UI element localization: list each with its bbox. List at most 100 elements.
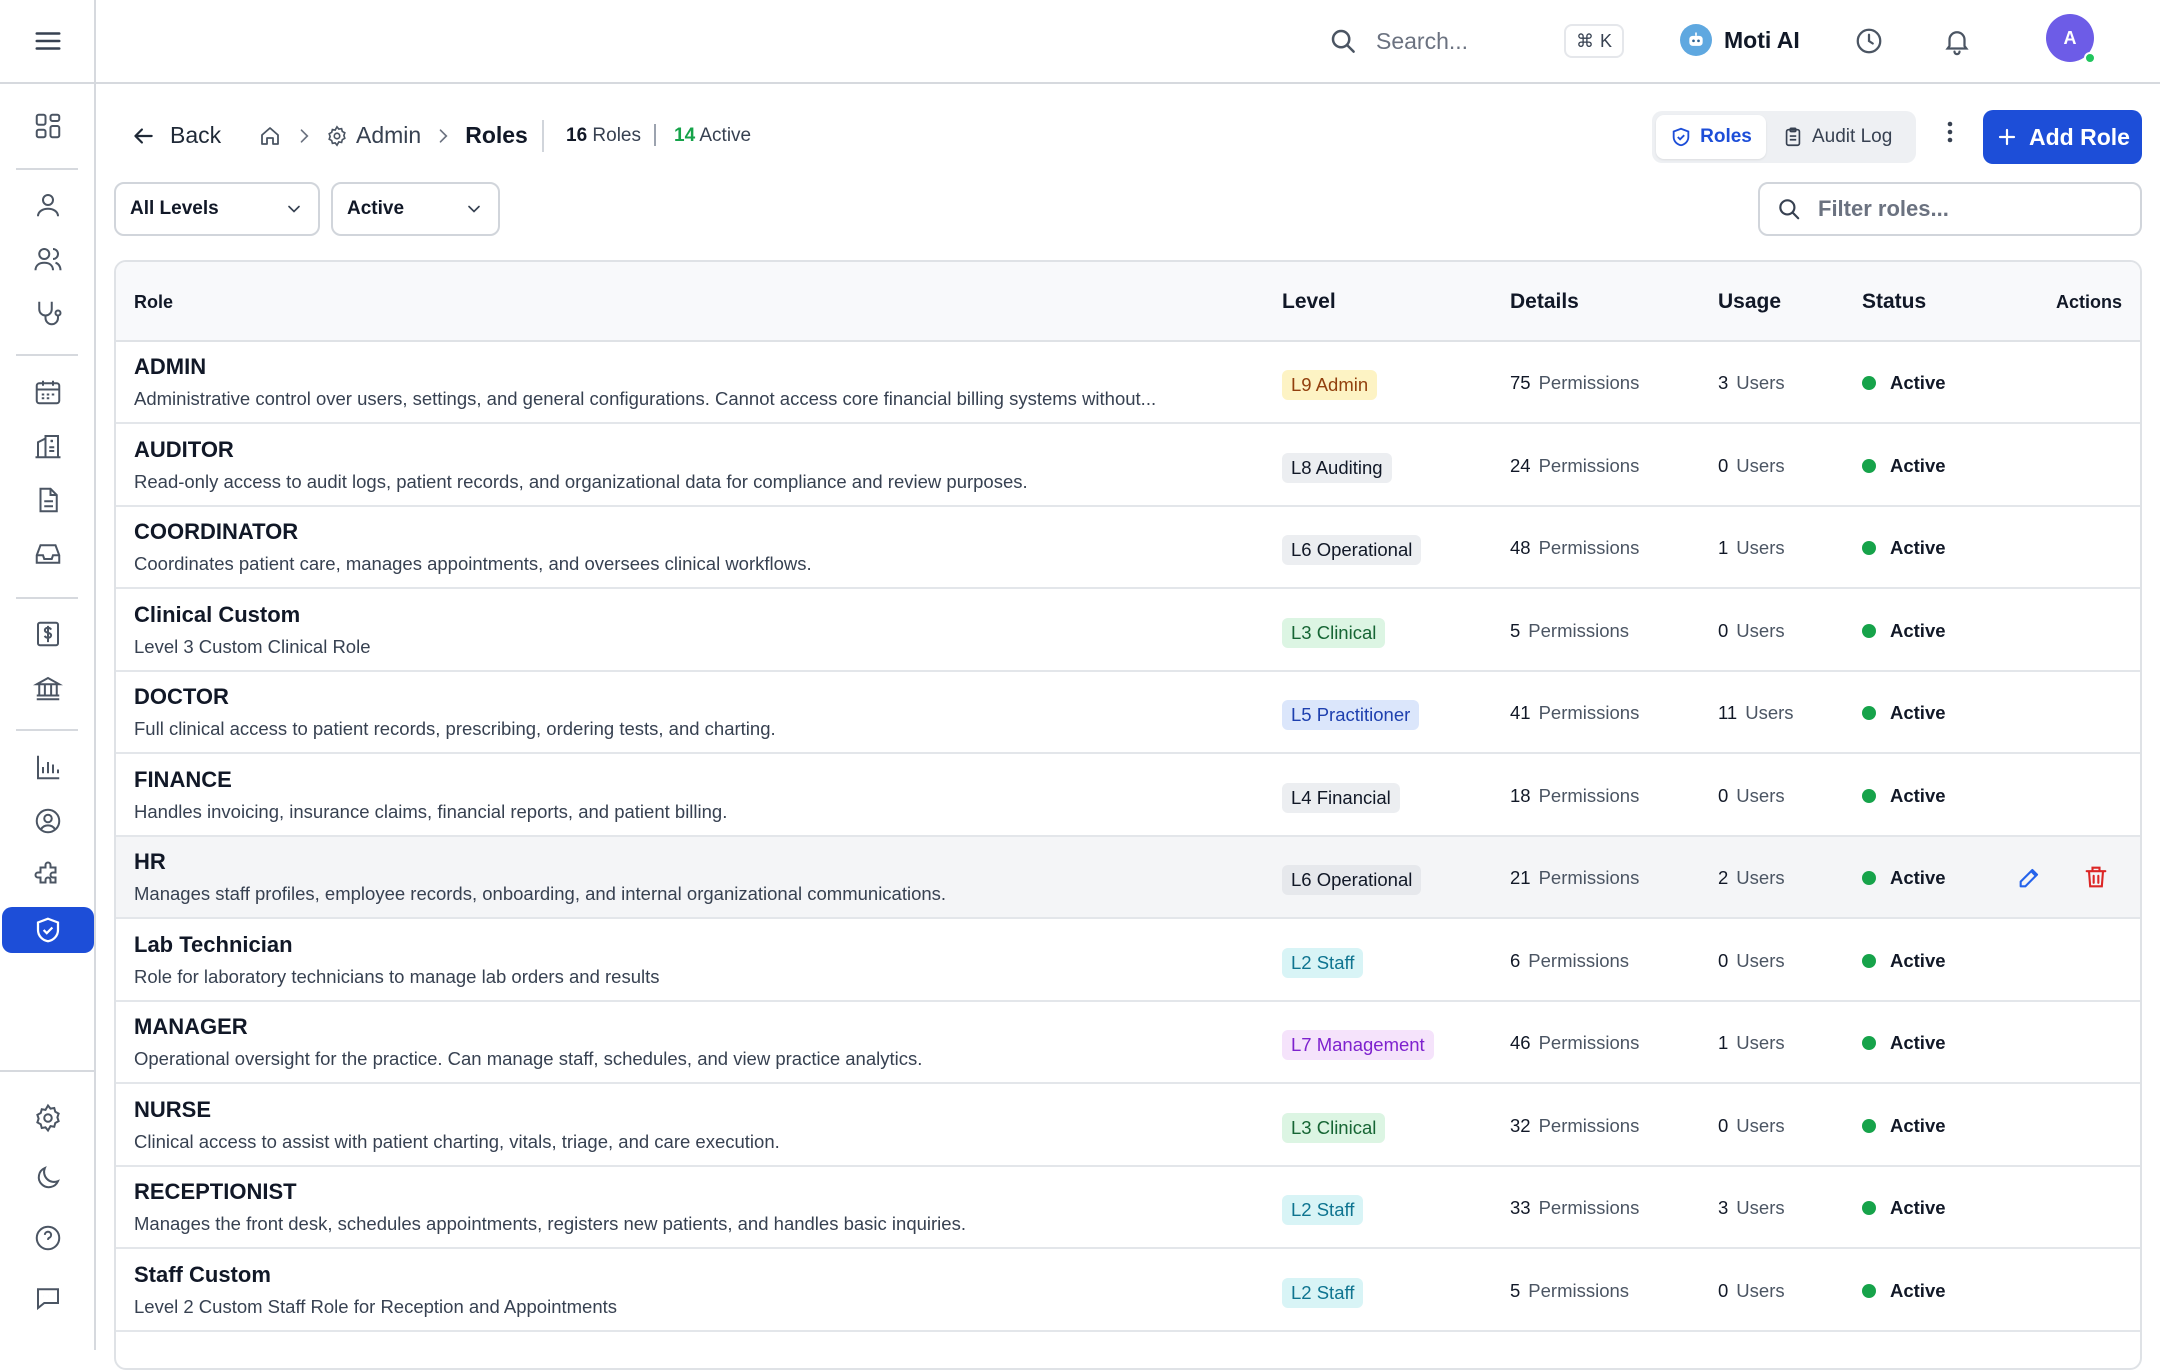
status-badge: Active — [1862, 455, 1946, 477]
add-role-button[interactable]: Add Role — [1983, 110, 2142, 164]
role-name[interactable]: Lab Technician — [134, 932, 293, 958]
sidebar-item-help[interactable] — [0, 1216, 96, 1260]
online-status-dot — [2084, 52, 2096, 64]
more-options-icon[interactable] — [1938, 118, 1962, 148]
sidebar-item-reports[interactable] — [0, 745, 96, 789]
sidebar-item-billing[interactable] — [0, 612, 96, 656]
delete-icon[interactable] — [2082, 863, 2110, 891]
table-row[interactable]: COORDINATOR Coordinates patient care, man… — [116, 507, 2140, 589]
role-name[interactable]: NURSE — [134, 1097, 211, 1123]
role-name[interactable]: DOCTOR — [134, 684, 229, 710]
level-filter-select[interactable]: All Levels — [114, 182, 320, 236]
bell-icon[interactable] — [1942, 26, 1972, 56]
table-row[interactable]: Lab Technician Role for laboratory techni… — [116, 919, 2140, 1002]
breadcrumb-home[interactable] — [258, 124, 282, 148]
status-filter-value: Active — [347, 198, 405, 219]
role-description: Clinical access to assist with patient c… — [134, 1130, 780, 1152]
role-name[interactable]: HR — [134, 849, 166, 875]
sidebar-item-theme[interactable] — [0, 1156, 96, 1200]
role-name[interactable]: AUDITOR — [134, 437, 234, 463]
table-row[interactable]: NURSE Clinical access to assist with pati… — [116, 1084, 2140, 1167]
role-name[interactable]: ADMIN — [134, 354, 206, 380]
table-row[interactable]: DOCTOR Full clinical access to patient re… — [116, 672, 2140, 754]
permissions-value: 18 — [1510, 784, 1531, 806]
grid-icon — [35, 113, 61, 139]
table-row[interactable]: Clinical Custom Level 3 Custom Clinical R… — [116, 589, 2140, 672]
table-row[interactable]: HR Manages staff profiles, employee recor… — [116, 837, 2140, 919]
column-header-level: Level — [1282, 290, 1336, 313]
status-badge: Active — [1862, 537, 1946, 559]
status-dot — [1862, 1036, 1876, 1050]
permissions-count: 24 Permissions — [1510, 455, 1639, 477]
permissions-unit: Permissions — [1538, 867, 1640, 888]
permissions-unit: Permissions — [1538, 454, 1640, 476]
sidebar-item-calendar[interactable] — [0, 370, 96, 414]
sidebar-item-roles[interactable] — [2, 907, 94, 953]
top-bar: Search... ⌘ K Moti AI A — [96, 0, 2160, 84]
level-filter-value: All Levels — [130, 198, 219, 219]
status-label: Active — [1890, 1279, 1946, 1301]
clock-icon[interactable] — [1854, 26, 1884, 56]
menu-button[interactable] — [0, 0, 96, 84]
user-circle-icon — [35, 808, 61, 834]
status-label: Active — [1890, 1032, 1946, 1053]
status-label: Active — [1890, 619, 1946, 641]
users-value: 0 — [1718, 949, 1729, 971]
users-unit: Users — [1736, 1197, 1785, 1218]
status-filter-select[interactable]: Active — [331, 182, 500, 236]
status-dot — [1862, 871, 1876, 885]
permissions-count: 46 Permissions — [1510, 1032, 1639, 1054]
role-name[interactable]: RECEPTIONIST — [134, 1179, 297, 1205]
users-count: 0 Users — [1718, 1280, 1785, 1302]
sidebar-item-patients[interactable] — [0, 237, 96, 281]
sidebar-item-bank[interactable] — [0, 666, 96, 710]
table-row[interactable]: RECEPTIONIST Manages the front desk, sche… — [116, 1167, 2140, 1249]
sidebar-item-integrations[interactable] — [0, 853, 96, 897]
status-dot — [1862, 1283, 1876, 1298]
sidebar-item-clinical[interactable] — [0, 291, 96, 335]
permissions-count: 5 Permissions — [1510, 620, 1629, 642]
sidebar-item-dashboard[interactable] — [0, 104, 96, 148]
permissions-unit: Permissions — [1538, 537, 1640, 558]
permissions-value: 46 — [1510, 1032, 1531, 1053]
role-description: Manages the front desk, schedules appoin… — [134, 1213, 966, 1234]
edit-icon[interactable] — [2016, 863, 2044, 891]
user-icon — [37, 194, 59, 217]
filter-roles-input[interactable]: Filter roles... — [1758, 182, 2142, 236]
sidebar-item-inbox[interactable] — [0, 532, 96, 576]
table-row[interactable]: ADMIN Administrative control over users, … — [116, 342, 2140, 424]
sidebar-item-profile[interactable] — [0, 799, 96, 843]
role-name[interactable]: Clinical Custom — [134, 602, 300, 628]
permissions-value: 6 — [1510, 949, 1521, 971]
role-name[interactable]: Staff Custom — [134, 1262, 271, 1288]
users-unit: Users — [1736, 1279, 1785, 1301]
role-name[interactable]: COORDINATOR — [134, 519, 298, 545]
gear-icon — [36, 1103, 60, 1133]
users-value: 1 — [1718, 1032, 1729, 1053]
global-search-input[interactable]: Search... — [1376, 28, 1468, 55]
tab-roles[interactable]: Roles — [1656, 115, 1766, 159]
table-row[interactable]: FINANCE Handles invoicing, insurance clai… — [116, 754, 2140, 837]
sidebar-item-settings[interactable] — [0, 1096, 96, 1140]
sidebar-item-feedback[interactable] — [0, 1276, 96, 1320]
role-name[interactable]: FINANCE — [134, 767, 232, 793]
permissions-value: 5 — [1510, 1279, 1521, 1301]
table-row[interactable]: AUDITOR Read-only access to audit logs, p… — [116, 424, 2140, 507]
table-row[interactable]: MANAGER Operational oversight for the pra… — [116, 1002, 2140, 1084]
sidebar-item-documents[interactable] — [0, 478, 96, 522]
level-badge: L2 Staff — [1282, 947, 1364, 978]
roles-count: 16 Roles — [566, 125, 641, 147]
users-value: 0 — [1718, 784, 1729, 806]
sidebar-item-facility[interactable] — [0, 424, 96, 468]
users-count: 0 Users — [1718, 455, 1785, 477]
users-value: 3 — [1718, 1197, 1729, 1218]
ai-assistant-button[interactable]: Moti AI — [1680, 24, 1800, 56]
sidebar-item-patient[interactable] — [0, 183, 96, 227]
breadcrumb-admin[interactable]: Admin — [326, 122, 421, 149]
search-icon[interactable] — [1328, 26, 1358, 56]
back-button[interactable]: Back — [130, 122, 221, 149]
role-name[interactable]: MANAGER — [134, 1014, 248, 1040]
table-row[interactable]: Staff Custom Level 2 Custom Staff Role fo… — [116, 1249, 2140, 1332]
tab-audit-log[interactable]: Audit Log — [1782, 115, 1912, 159]
permissions-count: 75 Permissions — [1510, 372, 1639, 394]
